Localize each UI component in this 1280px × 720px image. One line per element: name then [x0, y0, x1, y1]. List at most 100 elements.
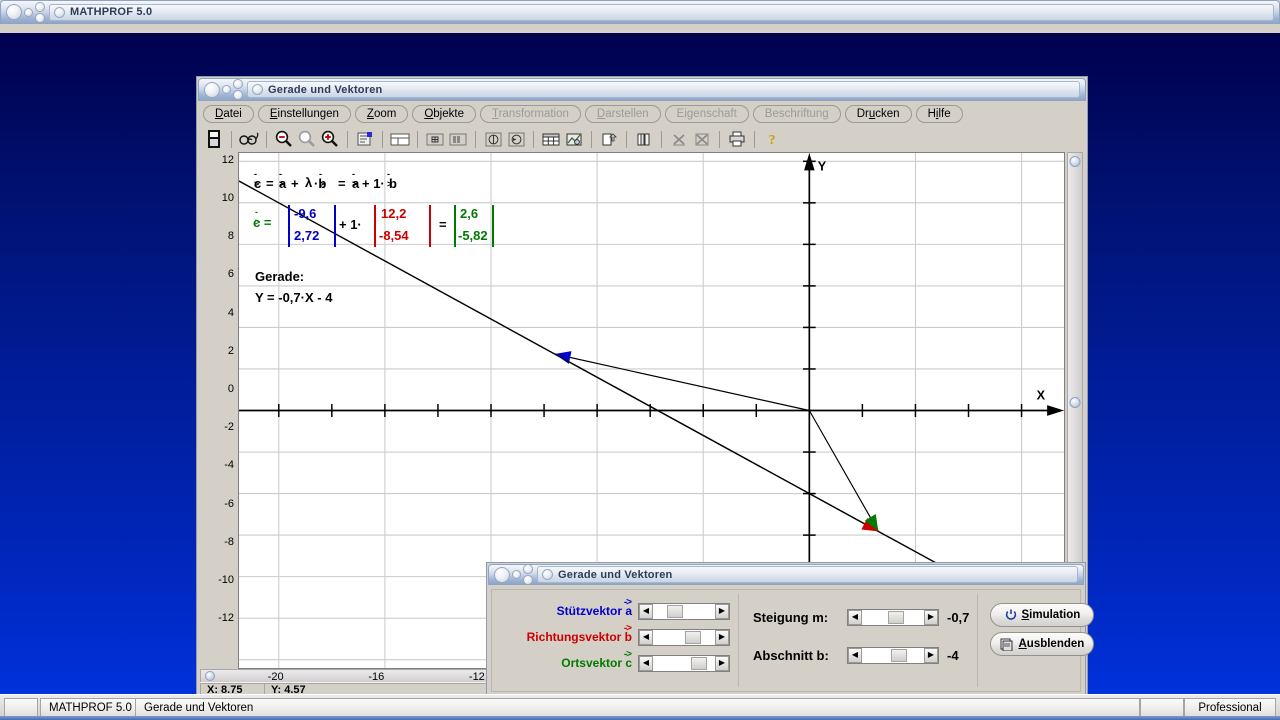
slider-left-arrow-icon[interactable]: ◀ — [639, 629, 653, 645]
slider-track[interactable] — [862, 609, 924, 625]
taskbar-item-gerade[interactable]: Gerade und Vektoren — [136, 697, 1140, 718]
y-axis-tick-label: 4 — [227, 306, 234, 319]
glasses-icon[interactable] — [238, 128, 260, 150]
vector-sliders-group: -> Stützvektor a ◀ ▶ -> Richtungsvektor b ◀ ▶ ->… — [492, 594, 739, 687]
slider-left-arrow-icon[interactable]: ◀ — [639, 655, 653, 671]
vector-slider-label: -> Stützvektor a — [500, 598, 632, 618]
menu-item-zoom[interactable]: Zoom — [354, 105, 409, 123]
columns-icon[interactable] — [447, 128, 469, 150]
window-maximize-icon[interactable] — [35, 1, 45, 12]
root-window-controls[interactable] — [3, 1, 45, 23]
y-axis-tick-label: -8 — [224, 535, 234, 548]
child-maximize-icon[interactable] — [233, 79, 243, 89]
vector-arrow-icon: -> — [623, 649, 632, 660]
window-minimize-icon[interactable] — [24, 7, 33, 17]
grid-toggle-icon[interactable] — [424, 128, 446, 150]
slider-left-arrow-icon[interactable]: ◀ — [639, 603, 653, 619]
slider-thumb[interactable] — [890, 648, 907, 662]
scrollbar-thumb[interactable] — [1069, 397, 1081, 408]
y-axis-tick-label: -4 — [224, 459, 234, 472]
copy-icon[interactable] — [633, 128, 655, 150]
slider-left-arrow-icon[interactable]: ◀ — [848, 647, 862, 663]
zoom-in-icon[interactable] — [319, 128, 341, 150]
slider-right-arrow-icon[interactable]: ▶ — [924, 647, 938, 663]
child-minimize-icon[interactable] — [222, 85, 231, 94]
ausblenden-button[interactable]: Ausblenden — [990, 632, 1095, 656]
zoom-reset-icon[interactable] — [296, 128, 318, 150]
slider-track[interactable] — [653, 655, 715, 671]
taskbar-item-mathprof[interactable]: MATHPROF 5.0 — [40, 697, 136, 718]
zoom-out-icon[interactable] — [273, 128, 295, 150]
delete-x-icon[interactable] — [668, 128, 690, 150]
properties-icon[interactable] — [354, 128, 376, 150]
param-slider[interactable]: ◀ ▶ — [847, 608, 939, 626]
scrollbar-thumb-top[interactable] — [1069, 156, 1081, 167]
help-icon[interactable]: ? — [761, 128, 783, 150]
dialog-maximize-stack[interactable] — [523, 564, 533, 585]
dialog-actions-group: Simulation Ausblenden — [978, 594, 1102, 687]
menu-item-objekte[interactable]: Objekte — [412, 105, 476, 123]
menu-item-drucken[interactable]: Drucken — [844, 105, 912, 123]
simulation-button[interactable]: Simulation — [990, 603, 1095, 627]
dialog-close-icon[interactable] — [494, 566, 510, 583]
chart-image-icon[interactable] — [563, 128, 585, 150]
slider-right-arrow-icon[interactable]: ▶ — [924, 609, 938, 625]
slider-right-arrow-icon[interactable]: ▶ — [715, 629, 729, 645]
taskbar-start-strip[interactable] — [4, 697, 38, 718]
vector-slider[interactable]: ◀ ▶ — [638, 654, 730, 672]
child-close-icon[interactable] — [204, 81, 220, 98]
vector-slider[interactable]: ◀ ▶ — [638, 628, 730, 646]
window-maximize-stack[interactable] — [35, 1, 45, 23]
slider-right-arrow-icon[interactable]: ▶ — [715, 655, 729, 671]
slider-track[interactable] — [862, 647, 924, 663]
y-axis-tick-label: 6 — [227, 268, 234, 281]
root-window-body: Gerade und Vektoren Datei Einstellungen … — [0, 24, 1280, 720]
refresh-circle-icon[interactable] — [505, 128, 527, 150]
child-window-titlebar[interactable]: Gerade und Vektoren — [198, 78, 1086, 101]
slider-track[interactable] — [653, 603, 715, 619]
window-restore-icon[interactable] — [35, 12, 45, 23]
delete-all-x-icon[interactable] — [691, 128, 713, 150]
dialog-restore-icon[interactable] — [523, 575, 533, 585]
control-dialog-controls[interactable] — [491, 564, 533, 585]
toolbar-separator — [719, 130, 720, 148]
param-slider[interactable]: ◀ ▶ — [847, 646, 939, 664]
application-window: MATHPROF 5.0 Gerade und Vektoren Datei E… — [0, 0, 1280, 720]
root-window-titlebar[interactable]: MATHPROF 5.0 — [0, 0, 1280, 24]
vector-slider-label-text: Stützvektor a — [556, 604, 632, 618]
param-label: Abschnitt b: — [753, 647, 829, 663]
menu-item-datei[interactable]: Datei — [203, 105, 254, 123]
y-axis-tick-label: -6 — [224, 497, 234, 510]
calculator-icon[interactable] — [203, 128, 225, 150]
info-circle-icon[interactable] — [482, 128, 504, 150]
print-icon[interactable] — [726, 128, 748, 150]
dialog-maximize-icon[interactable] — [523, 564, 533, 574]
toolbar-separator — [347, 130, 348, 148]
slider-thumb[interactable] — [666, 604, 683, 618]
child-restore-icon[interactable] — [233, 90, 243, 100]
taskbar-tray[interactable] — [1140, 697, 1184, 718]
slider-right-arrow-icon[interactable]: ▶ — [715, 603, 729, 619]
slider-left-arrow-icon[interactable]: ◀ — [848, 609, 862, 625]
toolbar-separator — [475, 130, 476, 148]
control-dialog-titlebar[interactable]: Gerade und Vektoren — [488, 564, 1084, 585]
menu-item-einstellungen[interactable]: Einstellungen — [257, 105, 351, 123]
vector-slider[interactable]: ◀ ▶ — [638, 602, 730, 620]
dialog-minimize-icon[interactable] — [512, 570, 521, 579]
slider-thumb[interactable] — [888, 610, 905, 624]
window-split-icon[interactable] — [389, 128, 411, 150]
menu-item-hilfe[interactable]: Hilfe — [915, 105, 963, 123]
window-close-icon[interactable] — [6, 4, 22, 20]
child-window-controls[interactable] — [201, 79, 243, 100]
child-maximize-stack[interactable] — [233, 79, 243, 100]
slider-track[interactable] — [653, 629, 715, 645]
menu-item-beschriftung: Beschriftung — [752, 105, 841, 123]
slider-thumb[interactable] — [685, 630, 702, 644]
page-export-icon[interactable] — [598, 128, 620, 150]
param-label: Steigung m: — [753, 609, 829, 625]
slider-thumb[interactable] — [691, 656, 708, 670]
control-dialog-caption: Gerade und Vektoren — [537, 566, 1078, 583]
scrollbar-thumb-left[interactable] — [205, 671, 215, 681]
table-icon[interactable] — [540, 128, 562, 150]
param-value: -4 — [947, 647, 959, 663]
